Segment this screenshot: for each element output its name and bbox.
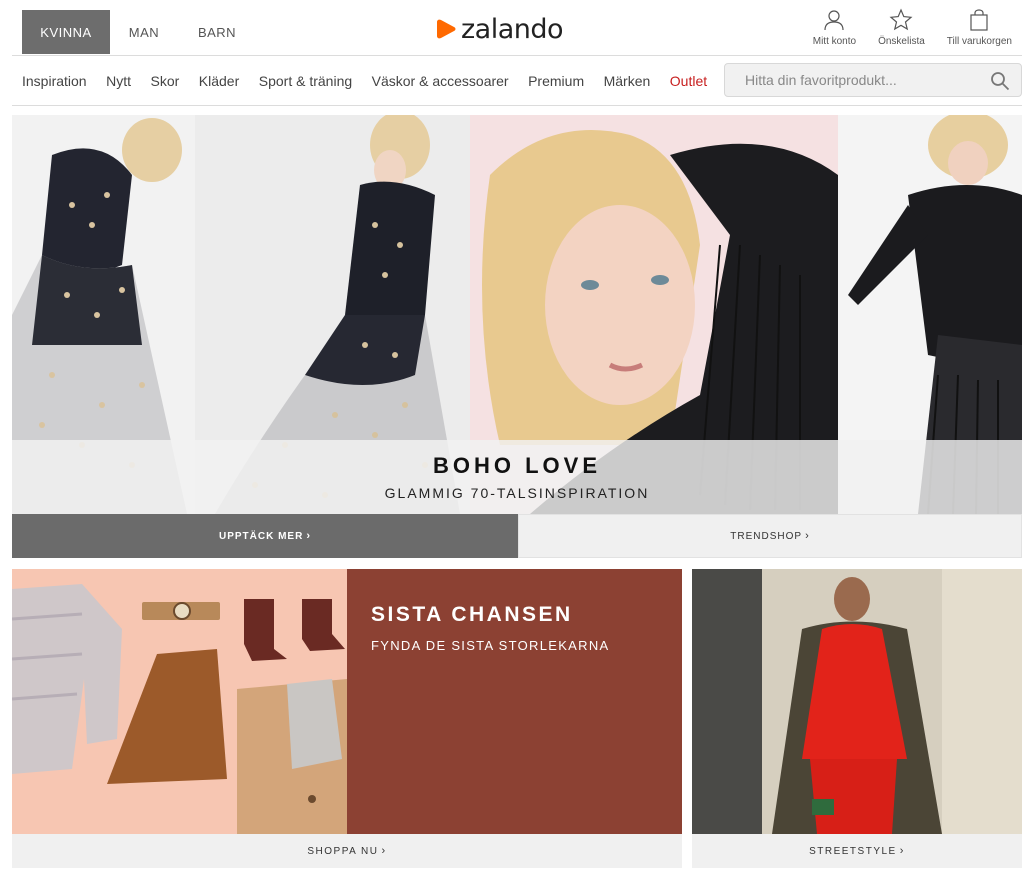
trendshop-button[interactable]: TRENDSHOP › bbox=[518, 514, 1022, 558]
streetstyle-promo[interactable] bbox=[692, 569, 1022, 834]
category-nav: Inspiration Nytt Skor Kläder Sport & trä… bbox=[22, 62, 727, 100]
trendshop-label: TRENDSHOP bbox=[730, 530, 803, 542]
hero-title: BOHO LOVE bbox=[432, 453, 601, 478]
hero-cta-bar: UPPTÄCK MER › TRENDSHOP › bbox=[12, 514, 1022, 558]
shopping-bag-icon bbox=[970, 9, 988, 31]
nav-item-marken[interactable]: Märken bbox=[604, 73, 651, 89]
promo-photo-flatlay bbox=[12, 569, 347, 834]
streetstyle-label: STREETSTYLE bbox=[809, 845, 897, 857]
nav-divider bbox=[12, 105, 1022, 106]
search-box bbox=[724, 63, 1022, 97]
tab-man[interactable]: MAN bbox=[110, 10, 178, 54]
streetstyle-button[interactable]: STREETSTYLE › bbox=[692, 834, 1022, 868]
last-chance-promo[interactable]: SISTA CHANSEN FYNDA DE SISTA STORLEKARNA bbox=[12, 569, 682, 834]
hero-subtitle: GLAMMIG 70-TALSINSPIRATION bbox=[384, 485, 650, 501]
header-divider bbox=[12, 55, 1022, 56]
cart-label: Till varukorgen bbox=[946, 36, 1012, 47]
my-account-label: Mitt konto bbox=[812, 36, 857, 47]
star-icon bbox=[889, 8, 913, 31]
discover-more-label: UPPTÄCK MER bbox=[218, 530, 304, 542]
nav-item-inspiration[interactable]: Inspiration bbox=[22, 73, 87, 89]
shop-now-label: SHOPPA NU bbox=[307, 845, 379, 857]
chevron-right-icon: › bbox=[381, 845, 387, 857]
search-input[interactable] bbox=[725, 65, 975, 95]
logo-text: zalando bbox=[461, 13, 564, 45]
top-bar: KVINNA MAN BARN zalando Mitt konto Önske… bbox=[0, 0, 1034, 56]
chevron-right-icon: › bbox=[805, 530, 810, 542]
nav-item-outlet[interactable]: Outlet bbox=[670, 73, 707, 89]
nav-item-sport[interactable]: Sport & träning bbox=[259, 73, 352, 89]
tab-barn[interactable]: BARN bbox=[178, 10, 256, 54]
promo-subtitle: FYNDA DE SISTA STORLEKARNA bbox=[371, 638, 610, 653]
discover-more-button[interactable]: UPPTÄCK MER › bbox=[12, 514, 518, 558]
wishlist-link[interactable]: Önskelista bbox=[878, 8, 925, 47]
nav-item-skor[interactable]: Skor bbox=[150, 73, 179, 89]
cart-link[interactable]: Till varukorgen bbox=[947, 8, 1012, 47]
promo-text-panel: SISTA CHANSEN FYNDA DE SISTA STORLEKARNA bbox=[347, 569, 682, 834]
tab-kvinna[interactable]: KVINNA bbox=[22, 10, 110, 54]
nav-item-nytt[interactable]: Nytt bbox=[106, 73, 131, 89]
search-icon[interactable] bbox=[990, 71, 1010, 91]
my-account-link[interactable]: Mitt konto bbox=[813, 8, 856, 47]
account-links: Mitt konto Önskelista Till varukorgen bbox=[791, 8, 1012, 47]
user-icon bbox=[824, 10, 845, 31]
hero-banner[interactable]: BOHO LOVE GLAMMIG 70-TALSINSPIRATION bbox=[12, 115, 1022, 514]
promo-title: SISTA CHANSEN bbox=[371, 603, 573, 626]
wishlist-label: Önskelista bbox=[878, 36, 925, 47]
nav-item-vaskor[interactable]: Väskor & accessoarer bbox=[372, 73, 509, 89]
chevron-right-icon: › bbox=[306, 530, 311, 542]
logo-mark-icon bbox=[437, 19, 456, 39]
nav-item-premium[interactable]: Premium bbox=[528, 73, 584, 89]
gender-tabs: KVINNA MAN BARN bbox=[22, 10, 256, 54]
chevron-right-icon: › bbox=[899, 845, 905, 857]
nav-item-klader[interactable]: Kläder bbox=[199, 73, 239, 89]
shop-now-button[interactable]: SHOPPA NU › bbox=[12, 834, 682, 868]
hero-caption: BOHO LOVE GLAMMIG 70-TALSINSPIRATION bbox=[12, 440, 1022, 514]
zalando-logo[interactable]: zalando bbox=[435, 13, 564, 45]
